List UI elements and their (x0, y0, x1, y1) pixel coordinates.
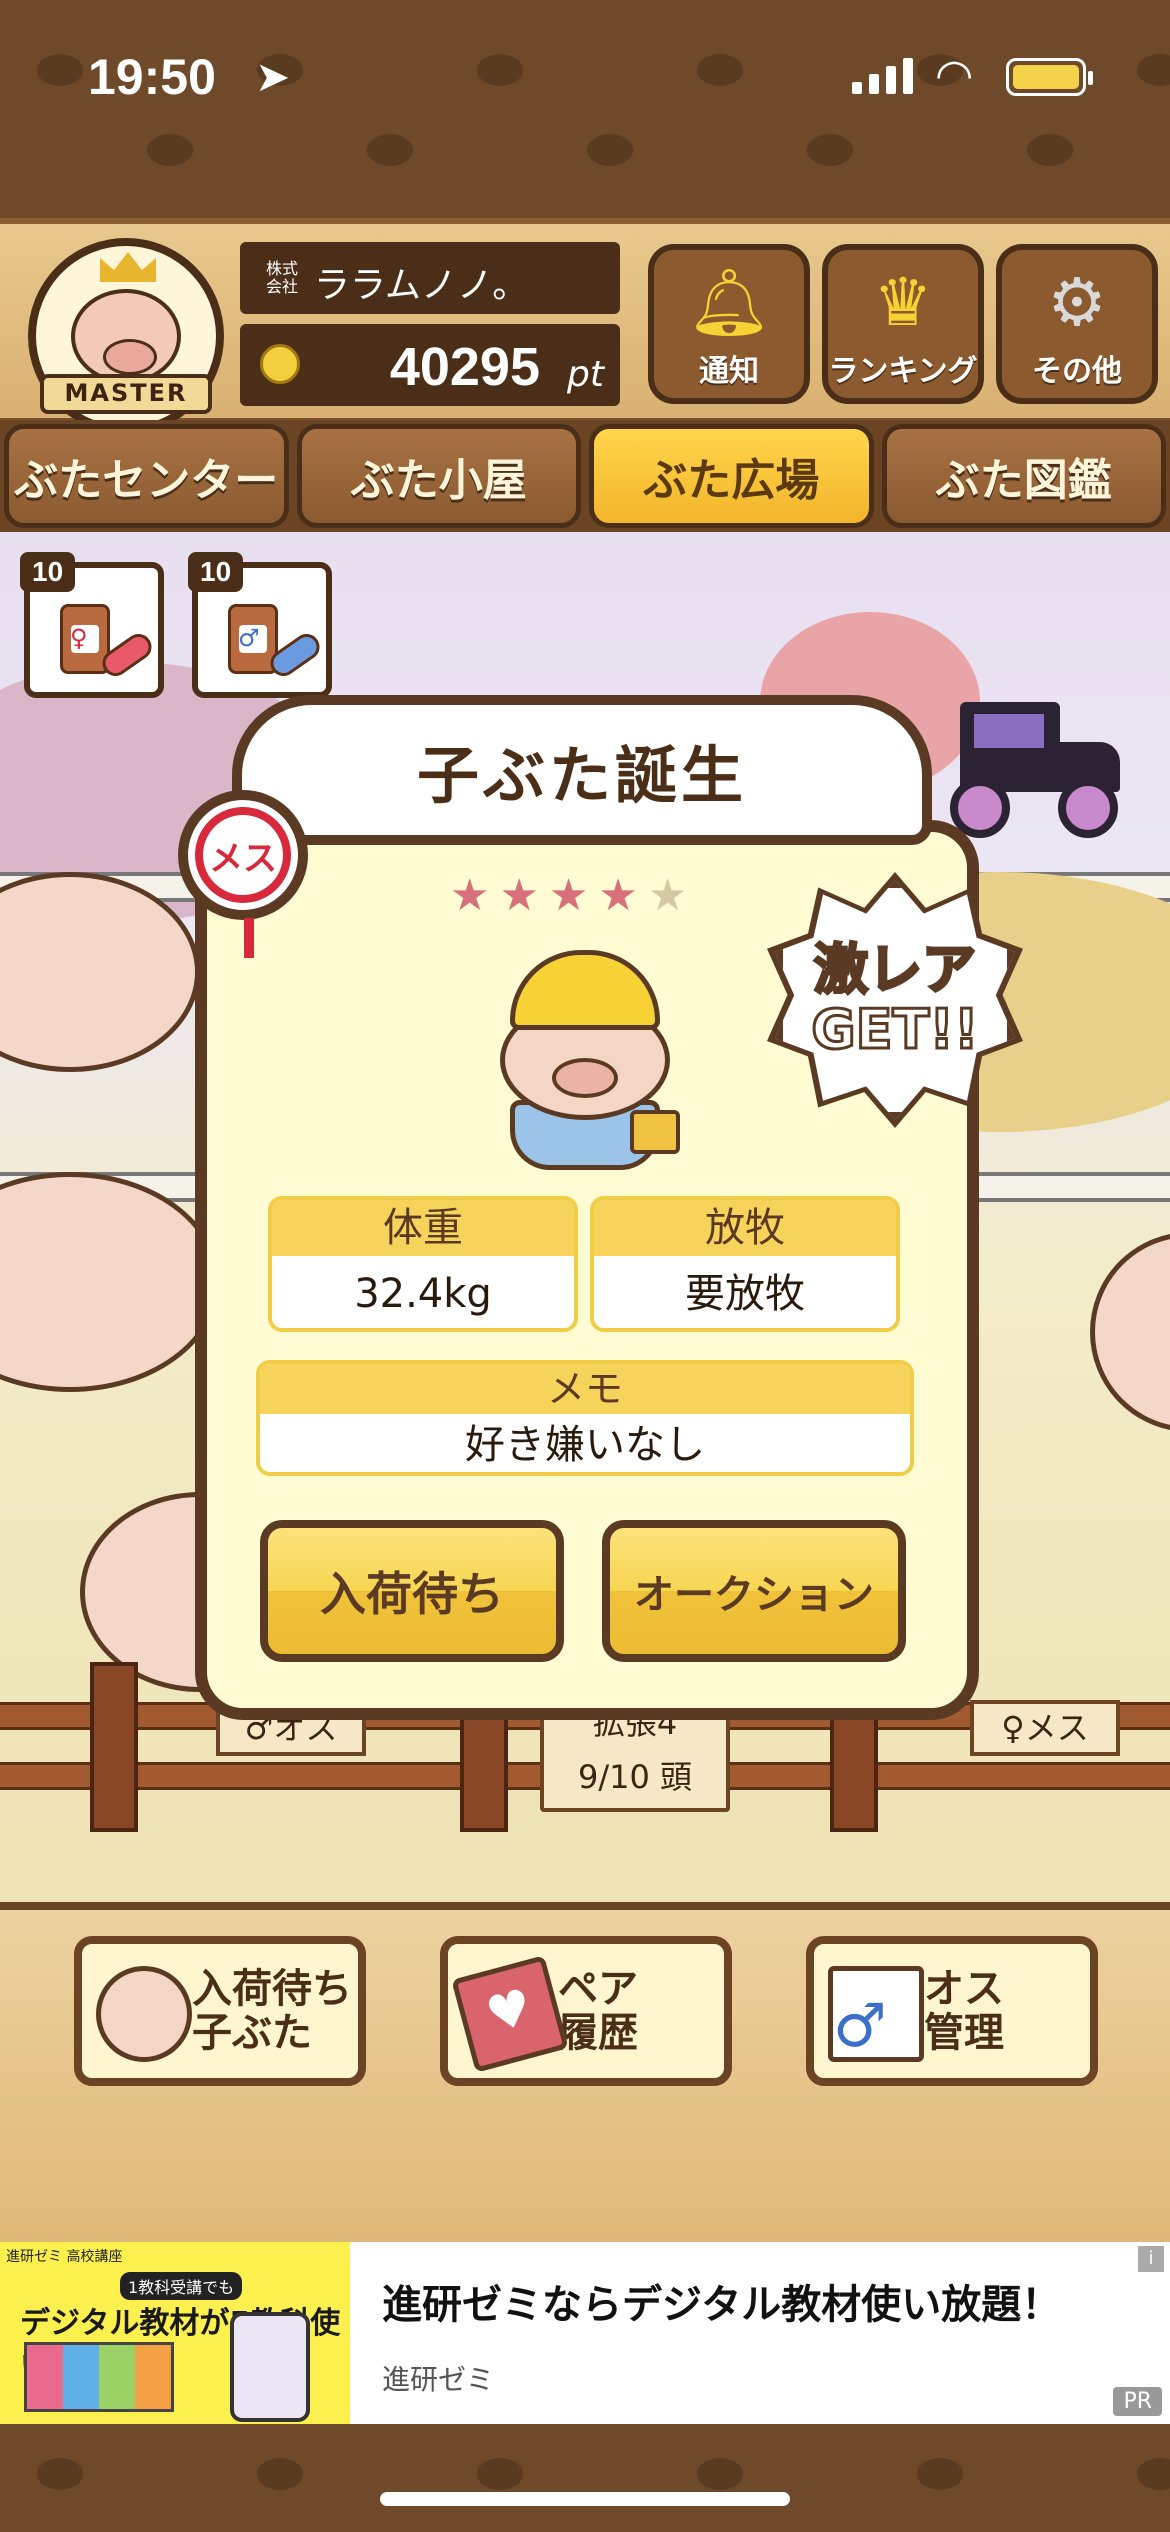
player-avatar[interactable]: MASTER (28, 238, 224, 434)
vintage-car (950, 682, 1130, 838)
dialog-title: 子ぶた誕生 (232, 695, 932, 845)
memo-value: 好き嫌いなし (465, 1422, 705, 1468)
star-empty-icon: ★ (647, 870, 688, 921)
memo-field: メモ 好き嫌いなし (256, 1360, 914, 1476)
rare-text-line1: 激レア (813, 938, 978, 1001)
avatar-rank-label: MASTER (40, 374, 212, 414)
weight-label: 体重 (272, 1200, 574, 1256)
main-tabs: ぶたセンター ぶた小屋 ぶた広場 ぶた図鑑 (0, 420, 1170, 532)
home-indicator[interactable] (380, 2492, 790, 2506)
other-label: その他 (1032, 354, 1122, 389)
status-time: 19:50 (88, 49, 216, 105)
female-gender-badge: メス (178, 790, 308, 958)
advertisement[interactable]: 進研ゼミ 高校講座 1教科受講でも デジタル教材が5教科使い放題! 進研ゼミなら… (0, 2242, 1170, 2424)
heart-book-icon: ♥ (451, 1955, 569, 2073)
background-pig (1090, 1232, 1170, 1432)
ad-headline[interactable]: 進研ゼミならデジタル教材使い放題！ (382, 2272, 1061, 2330)
tab-buta-encyclopedia[interactable]: ぶた図鑑 (881, 424, 1166, 528)
ad-banner-badge: 1教科受講でも (120, 2272, 243, 2300)
ranking-label: ランキング (828, 354, 978, 389)
male-management-button[interactable]: ♂ オス 管理 (806, 1936, 1098, 2086)
wifi-icon: ◠ (935, 50, 974, 101)
tab-buta-center[interactable]: ぶたセンター (4, 424, 289, 528)
other-button[interactable]: ⚙ その他 (996, 244, 1158, 404)
star-icon: ★ (499, 870, 539, 921)
male-symbol-icon: ♂ (238, 624, 260, 652)
points-value: 40295 (389, 337, 540, 397)
location-arrow-icon: ➤ (255, 52, 291, 101)
female-symbol-icon: ♀ (70, 624, 88, 652)
male-document-icon: ♂ (828, 1966, 924, 2062)
battery-icon (1006, 58, 1093, 96)
piglet-character (490, 950, 680, 1170)
tablet-icon (230, 2312, 310, 2422)
company-prefix: 株式会社 (266, 259, 299, 296)
waiting-piglets-button[interactable]: 入荷待ち 子ぶた (74, 1936, 366, 2086)
item-count: 10 (20, 552, 76, 592)
male-medicine-item[interactable]: 10 ♂ (188, 552, 332, 698)
rarity-stars: ★ ★ ★ ★ ★ (450, 870, 687, 921)
male-management-line1: オス (924, 1966, 1004, 2012)
action-bar: 入荷待ち 子ぶた ♥ ペア 履歴 ♂ オス 管理 (0, 1902, 1170, 2242)
grazing-value: 要放牧 (685, 1271, 805, 1317)
ad-info-icon[interactable]: i (1138, 2246, 1164, 2272)
female-medicine-item[interactable]: 10 ♀ (20, 552, 164, 698)
avatar-crown-icon (100, 252, 156, 282)
pig-face-icon (71, 288, 181, 384)
tab-buta-hut[interactable]: ぶた小屋 (296, 424, 581, 528)
bell-icon: 🔔︎ (687, 264, 771, 341)
grazing-field: 放牧 要放牧 (590, 1196, 900, 1332)
coin-icon (260, 344, 300, 384)
waiting-piglets-line2: 子ぶた (192, 2010, 312, 2056)
background-pig (0, 1172, 220, 1392)
male-management-line2: 管理 (924, 2010, 1004, 2056)
female-pen-label: ♀メス (1001, 1709, 1089, 1747)
company-name-panel: 株式会社 ララムノノ。 (240, 242, 620, 314)
school-hat-icon (510, 950, 660, 1030)
textbooks-icon (24, 2342, 174, 2412)
gear-icon: ⚙ (1047, 264, 1107, 341)
ad-banner-header: 進研ゼミ 高校講座 (6, 2249, 123, 2265)
game-header: MASTER 株式会社 ララムノノ。 40295 pt 🔔︎ 通知 ♛ ランキン… (0, 218, 1170, 434)
points-unit: pt (567, 354, 604, 395)
ad-banner-image[interactable]: 進研ゼミ 高校講座 1教科受講でも デジタル教材が5教科使い放題! (0, 2242, 350, 2424)
pig-capacity: 9/10 頭 (577, 1758, 693, 1796)
cellular-signal-icon (852, 58, 913, 94)
background-bottom (0, 2424, 1170, 2532)
points-panel: 40295 pt (240, 324, 620, 406)
item-count: 10 (188, 552, 244, 592)
star-icon: ★ (450, 870, 490, 921)
weight-field: 体重 32.4kg (268, 1196, 578, 1332)
tab-buta-plaza[interactable]: ぶた広場 (589, 424, 874, 528)
status-bar: 19:50 ➤ ◠ (0, 0, 1170, 150)
female-pen-sign[interactable]: ♀メス (970, 1700, 1120, 1756)
weight-value: 32.4kg (354, 1271, 492, 1317)
ad-source: 進研ゼミ (382, 2363, 495, 2396)
pair-history-line2: 履歴 (558, 2010, 638, 2056)
notification-button[interactable]: 🔔︎ 通知 (648, 244, 810, 404)
star-icon: ★ (548, 870, 589, 921)
school-bag-icon (630, 1110, 680, 1154)
memo-label: メモ (260, 1364, 910, 1414)
company-name: ララムノノ。 (314, 265, 529, 306)
waiting-piglets-line1: 入荷待ち (192, 1966, 352, 2012)
rare-text-line2: GET!! (810, 998, 980, 1061)
star-icon: ★ (598, 870, 638, 921)
ad-pr-label: PR (1113, 2387, 1162, 2416)
female-gender-label: メス (195, 807, 291, 903)
wait-stock-button[interactable]: 入荷待ち (260, 1520, 564, 1662)
female-symbol-icon (244, 918, 254, 958)
pair-history-button[interactable]: ♥ ペア 履歴 (440, 1936, 732, 2086)
grazing-label: 放牧 (594, 1200, 896, 1256)
notification-label: 通知 (699, 354, 759, 389)
crown-icon: ♛ (873, 264, 933, 341)
auction-button[interactable]: オークション (602, 1520, 906, 1662)
piglet-icon (96, 1966, 192, 2062)
pair-history-line1: ペア (558, 1966, 638, 2012)
ranking-button[interactable]: ♛ ランキング (822, 244, 984, 404)
